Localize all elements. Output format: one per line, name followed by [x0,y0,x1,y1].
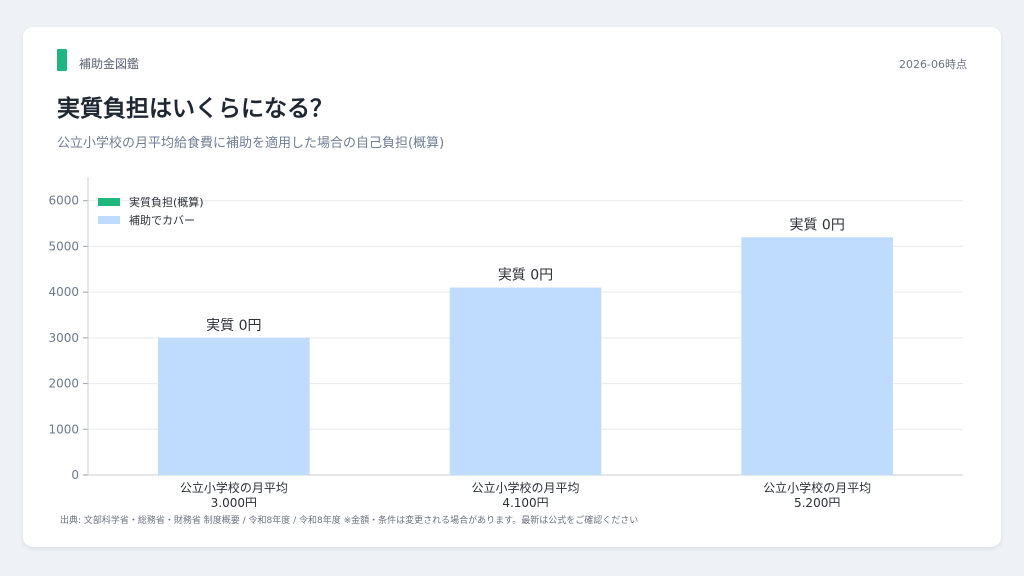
category-label-line: 公立小学校の月平均 [471,480,579,495]
y-tick-label: 5000 [48,239,79,253]
legend-swatch [98,198,120,206]
category-label: 公立小学校の月平均 3,000円 [180,480,288,507]
y-tick-label: 6000 [48,194,79,208]
bar-chart: 0100020003000400050006000実質 0円公立小学校の月平均 3… [48,177,963,507]
bar-covered [449,287,602,475]
category-label-line: 4,100円 [502,496,548,507]
legend-label: 実質負担(概算) [129,195,204,209]
y-tick-label: 2000 [48,377,79,391]
category-label-line: 公立小学校の月平均 [180,480,288,495]
report-card: 補助金図鑑 2026-06時点 実質負担はいくらになる？ 公立小学校の月平均給食… [23,27,1001,547]
category-label: 公立小学校の月平均 5,200円 [763,480,871,507]
category-label-line: 3,000円 [211,496,257,507]
legend-swatch [98,216,120,224]
y-tick-label: 4000 [48,285,79,299]
data-label: 実質 0円 [789,217,844,233]
data-label: 実質 0円 [206,318,261,334]
source-note: 出典: 文部科学省・総務省・財務省 制度概要 / 令和8年度 / 令和8年度 ※… [60,516,639,526]
y-tick-label: 3000 [48,331,79,345]
bar-covered [741,237,893,475]
data-label: 実質 0円 [498,268,553,284]
bar-covered [158,337,310,475]
category-label-line: 公立小学校の月平均 [763,480,871,495]
legend-label: 補助でカバー [129,213,195,227]
category-label: 公立小学校の月平均 4,100円 [471,480,579,507]
y-tick-label: 0 [71,468,79,482]
y-tick-label: 1000 [48,422,79,436]
category-label-line: 5,200円 [794,496,840,507]
